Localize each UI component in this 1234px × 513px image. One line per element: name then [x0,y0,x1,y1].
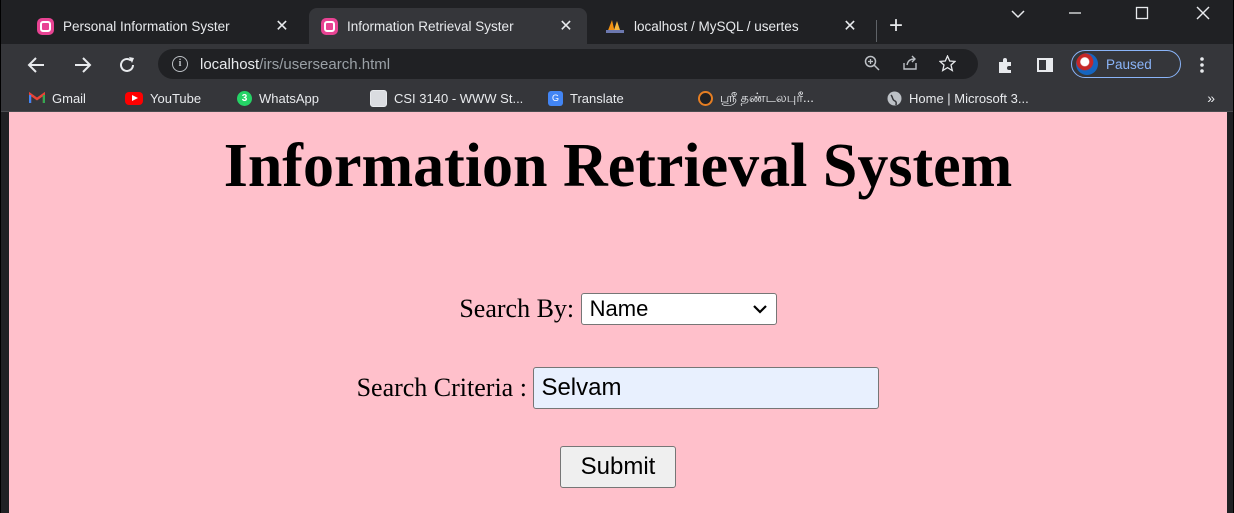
more-bookmarks-button[interactable]: » [1207,84,1215,112]
bookmark-csi3140[interactable]: CSI 3140 - WWW St... [370,84,523,112]
bookmarks-bar: Gmail YouTube 3 WhatsApp CSI 3140 - WWW … [1,84,1233,112]
minimize-button[interactable] [1061,6,1089,34]
search-by-select[interactable]: Name [580,293,777,326]
close-icon[interactable]: ✕ [273,16,291,36]
avatar [1076,53,1098,75]
url-path: /irs/usersearch.html [259,55,391,73]
chevron-down-icon [752,294,767,324]
submit-row: Submit [9,446,1227,488]
search-by-row: Search By: Name [9,292,1227,326]
tab-strip: Personal Information Syster ✕ Informatio… [1,0,1233,44]
bookmark-label: ஸ்ரீ தண்டலபுரீ... [720,89,814,105]
tab-title: Information Retrieval Syster [347,18,514,34]
profile-status: Paused [1106,56,1152,72]
search-by-label: Search By: [459,294,575,324]
tab-separator [876,20,877,42]
menu-button[interactable] [1200,44,1204,84]
bookmark-label: WhatsApp [259,90,319,106]
bookmark-microsoft[interactable]: Home | Microsoft 3... [887,84,1029,112]
share-icon[interactable] [902,55,918,75]
tab-title: localhost / MySQL / usertes [634,18,799,34]
bookmark-label: Translate [570,90,624,106]
kebab-menu-icon [1200,56,1204,73]
puzzle-icon [999,57,1011,73]
maximize-button[interactable] [1128,6,1156,34]
bookmark-label: CSI 3140 - WWW St... [394,90,524,106]
side-panel-icon [1037,57,1053,72]
youtube-icon [125,91,143,105]
bookmark-label: YouTube [150,90,202,106]
gmail-icon [29,92,45,103]
search-by-value: Name [589,296,649,322]
back-arrow-icon [27,57,44,73]
forward-button[interactable] [74,44,92,84]
bookmark-translate[interactable]: G Translate [548,84,624,112]
bookmark-label: Home | Microsoft 3... [909,90,1029,106]
page-content: Information Retrieval System Search By: … [9,112,1227,513]
new-tab-button[interactable]: + [889,14,903,38]
chevron-down-icon [1011,10,1025,19]
tab-phpmyadmin[interactable]: localhost / MySQL / usertes ✕ [593,8,871,44]
bookmark-whatsapp[interactable]: 3 WhatsApp [237,84,319,112]
browser-window: Personal Information Syster ✕ Informatio… [0,0,1234,513]
close-icon [1196,6,1210,20]
bookmark-gmail[interactable]: Gmail [29,84,86,112]
zoom-icon[interactable] [864,55,880,75]
bookmark-youtube[interactable]: YouTube [125,84,201,112]
search-criteria-input[interactable]: Selvam [533,367,880,409]
tab-search-button[interactable] [1006,6,1030,34]
side-panel-button[interactable] [1037,44,1053,84]
back-button[interactable] [27,44,45,84]
building-icon [370,89,387,107]
translate-icon: G [548,90,563,106]
search-criteria-label: Search Criteria : [356,373,527,402]
address-bar[interactable]: i localhost/irs/usersearch.html [158,49,978,79]
tab-personal-information-system[interactable]: Personal Information Syster ✕ [25,8,303,44]
bookmark-star-icon[interactable] [938,54,957,76]
close-window-button[interactable] [1189,6,1217,34]
tab-information-retrieval-system[interactable]: Information Retrieval Syster ✕ [309,8,587,44]
forward-arrow-icon [75,57,92,73]
site-icon [698,90,713,106]
submit-button[interactable]: Submit [560,446,676,488]
tab-title: Personal Information Syster [63,18,230,34]
minimize-icon [1069,12,1081,14]
profile-button[interactable]: Paused [1071,50,1181,78]
info-icon[interactable]: i [172,56,188,72]
phpmyadmin-icon [606,20,624,33]
reload-button[interactable] [118,44,136,84]
globe-icon [887,91,902,105]
close-icon[interactable]: ✕ [841,16,859,36]
webstorm-icon [37,17,54,35]
whatsapp-icon: 3 [237,90,252,106]
bookmark-tamil-site[interactable]: ஸ்ரீ தண்டலபுரீ... [698,84,814,112]
search-criteria-row: Search Criteria : Selvam [9,367,1227,409]
reload-icon [120,56,134,72]
close-icon[interactable]: ✕ [557,16,575,36]
extensions-button[interactable] [996,44,1014,84]
bookmark-label: Gmail [52,90,86,106]
browser-toolbar: i localhost/irs/usersearch.html Paused [1,44,1233,84]
webstorm-icon [321,17,338,35]
maximize-icon [1135,6,1149,20]
url-host: localhost [200,55,260,73]
page-title: Information Retrieval System [223,132,1013,200]
